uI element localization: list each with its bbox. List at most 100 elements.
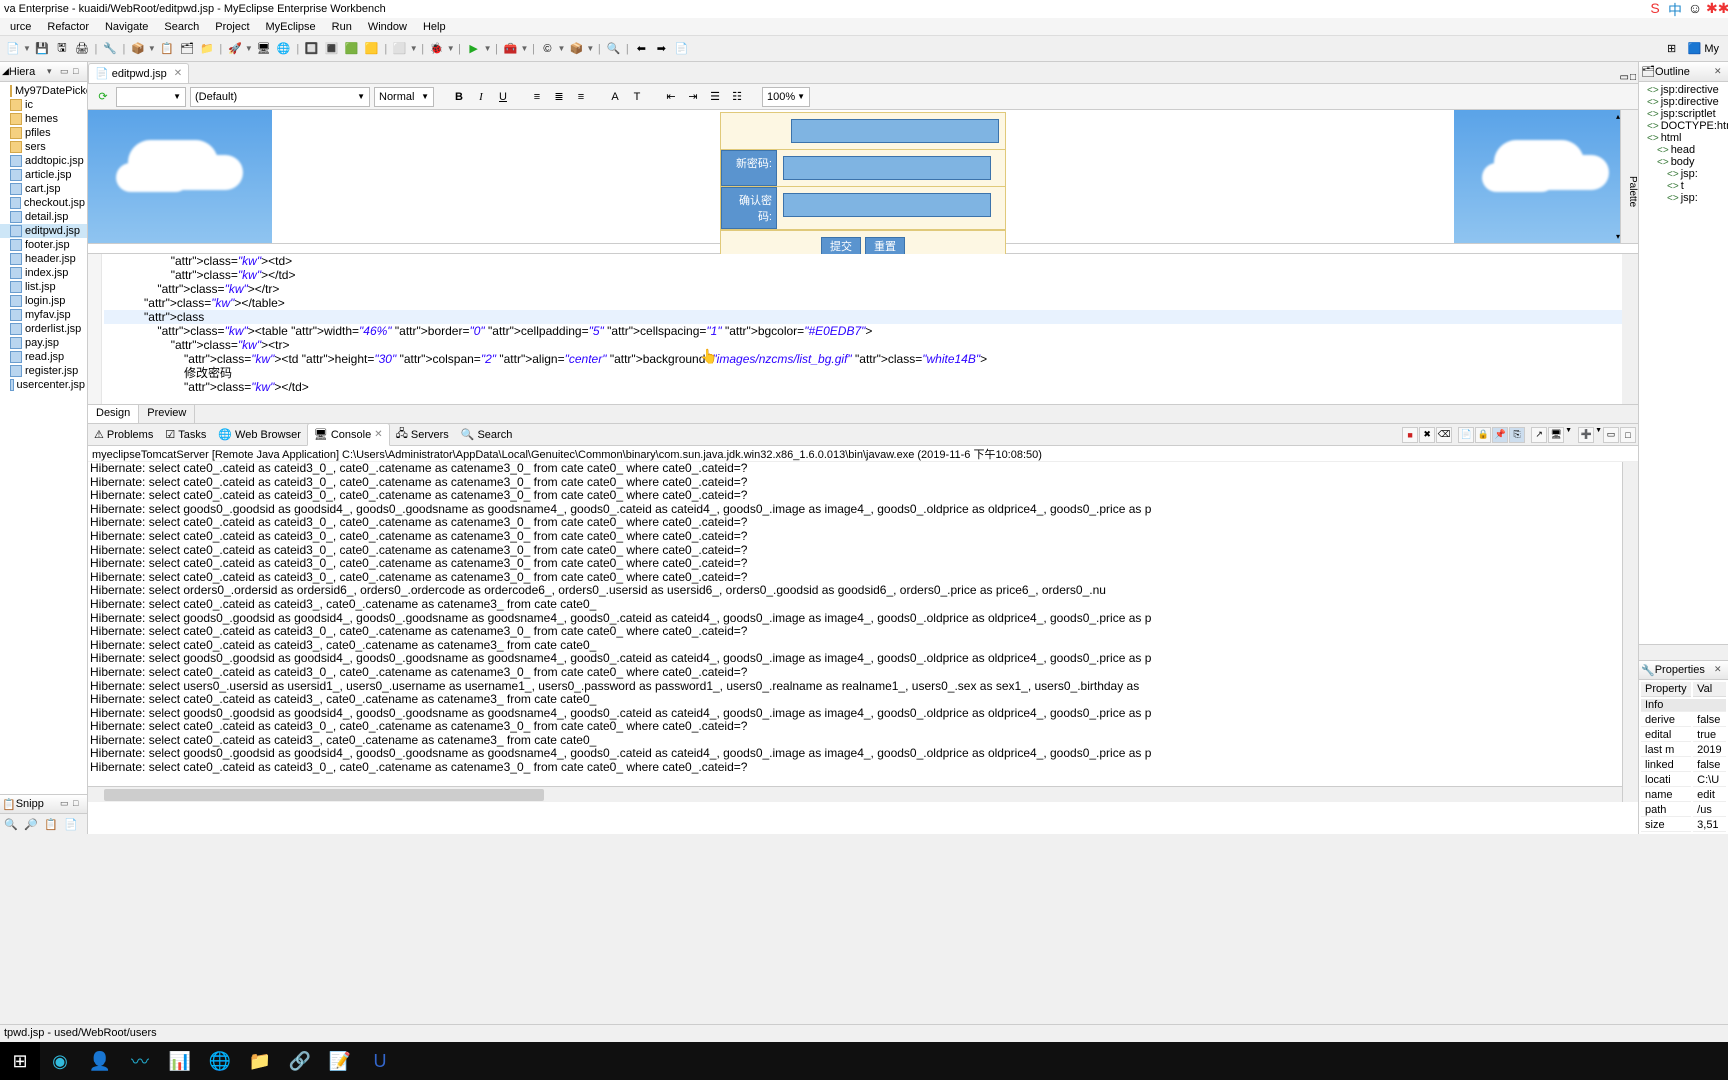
- property-row[interactable]: linkedfalse: [1641, 759, 1726, 772]
- outline-tree[interactable]: <> jsp:directive<> jsp:directive<> jsp:s…: [1639, 82, 1728, 644]
- taskbar-app[interactable]: 📁: [240, 1042, 280, 1080]
- maximize-icon[interactable]: □: [1620, 427, 1636, 443]
- tool-button[interactable]: 📄: [672, 40, 690, 58]
- tool-button[interactable]: ➡: [652, 40, 670, 58]
- run-button[interactable]: ▶: [465, 40, 483, 58]
- design-pane[interactable]: 新密码: 确认密码: 提交 重置 Palette ▴ ▾: [88, 110, 1638, 244]
- bottom-tab-search[interactable]: 🔍 Search: [455, 423, 519, 446]
- dropdown-icon[interactable]: ▼: [557, 44, 565, 53]
- browser-button[interactable]: 🌐: [275, 40, 293, 58]
- maximize-icon[interactable]: □: [73, 798, 85, 810]
- scroll-lock-button[interactable]: 🔒: [1475, 427, 1491, 443]
- tool-button[interactable]: ⬅: [632, 40, 650, 58]
- collapse-icon[interactable]: ◢: [2, 66, 9, 77]
- align-right-button[interactable]: ≡: [572, 88, 590, 106]
- reset-button[interactable]: 重置: [865, 237, 905, 255]
- snip-tool[interactable]: 📋: [42, 815, 60, 833]
- outline-item[interactable]: <> jsp:directive: [1639, 84, 1728, 96]
- taskbar-app[interactable]: 👤: [80, 1042, 120, 1080]
- tree-file[interactable]: list.jsp: [0, 280, 87, 294]
- console-output[interactable]: Hibernate: select cate0_.cateid as catei…: [88, 462, 1638, 802]
- display-button[interactable]: ↗: [1531, 427, 1547, 443]
- taskbar-app[interactable]: 〰: [120, 1042, 160, 1080]
- package-explorer-tree[interactable]: My97DatePicker ichemespfilessers addtopi…: [0, 82, 87, 794]
- tree-file[interactable]: orderlist.jsp: [0, 322, 87, 336]
- dropdown-icon[interactable]: ▼: [447, 44, 455, 53]
- submit-button[interactable]: 提交: [821, 237, 861, 255]
- text-color-button[interactable]: A: [606, 88, 624, 106]
- ime-star-icon[interactable]: ✱✱✱: [1706, 0, 1724, 16]
- indent-button[interactable]: ⇥: [684, 88, 702, 106]
- hscrollbar[interactable]: [88, 786, 1622, 802]
- new-class-button[interactable]: ©: [538, 40, 556, 58]
- ime-face-icon[interactable]: ☺: [1686, 0, 1704, 16]
- ime-lang-icon[interactable]: 中: [1666, 0, 1684, 16]
- outline-item[interactable]: <> jsp:: [1639, 192, 1728, 204]
- close-icon[interactable]: ✕: [1714, 664, 1726, 676]
- taskbar-app[interactable]: 📊: [160, 1042, 200, 1080]
- open-console-button[interactable]: 🖥: [1548, 427, 1564, 443]
- maximize-icon[interactable]: □: [1630, 72, 1636, 83]
- confirmpwd-input[interactable]: [783, 193, 991, 217]
- scrollbar-thumb[interactable]: [104, 789, 544, 801]
- tree-file[interactable]: cart.jsp: [0, 182, 87, 196]
- minimize-icon[interactable]: ▭: [60, 66, 72, 78]
- tree-file[interactable]: footer.jsp: [0, 238, 87, 252]
- outline-item[interactable]: <> DOCTYPE:html: [1639, 120, 1728, 132]
- tree-file[interactable]: addtopic.jsp: [0, 154, 87, 168]
- outline-item[interactable]: <> html: [1639, 132, 1728, 144]
- saveall-button[interactable]: 🖫: [53, 40, 71, 58]
- terminate-button[interactable]: ■: [1402, 427, 1418, 443]
- menu-item[interactable]: MyEclipse: [258, 21, 324, 33]
- align-left-button[interactable]: ≡: [528, 88, 546, 106]
- deploy-button[interactable]: 🚀: [226, 40, 244, 58]
- dropdown-icon[interactable]: ▼: [245, 44, 253, 53]
- tree-file[interactable]: read.jsp: [0, 350, 87, 364]
- tree-file[interactable]: login.jsp: [0, 294, 87, 308]
- form-input[interactable]: [791, 119, 999, 143]
- open-perspective-button[interactable]: ⊞: [1663, 40, 1681, 58]
- view-menu-icon[interactable]: ▾: [47, 66, 59, 78]
- dropdown-icon[interactable]: ▼: [410, 44, 418, 53]
- menu-item[interactable]: Refactor: [39, 21, 97, 33]
- property-row[interactable]: path/us: [1641, 804, 1726, 817]
- new-console-button[interactable]: ➕: [1578, 427, 1594, 443]
- snip-tool[interactable]: 📄: [62, 815, 80, 833]
- tool-button[interactable]: 🔍: [604, 40, 622, 58]
- property-row[interactable]: last m2019: [1641, 744, 1726, 757]
- taskbar-app[interactable]: 📝: [320, 1042, 360, 1080]
- tool-button[interactable]: 🗂: [178, 40, 196, 58]
- close-icon[interactable]: ✕: [1714, 66, 1726, 78]
- close-icon[interactable]: ✕: [174, 68, 182, 79]
- new-server-button[interactable]: 📦: [129, 40, 147, 58]
- palette-tab[interactable]: Palette: [1620, 110, 1638, 243]
- clear-console-button[interactable]: 📄: [1458, 427, 1474, 443]
- menu-item[interactable]: Help: [415, 21, 454, 33]
- close-icon[interactable]: ✕: [374, 429, 382, 440]
- snip-tool[interactable]: 🔍: [2, 815, 20, 833]
- style-combo[interactable]: (Default)▼: [190, 87, 370, 107]
- tool-button[interactable]: ⬜: [391, 40, 409, 58]
- start-button[interactable]: ⊞: [0, 1042, 40, 1080]
- tree-file[interactable]: checkout.jsp: [0, 196, 87, 210]
- tree-file[interactable]: usercenter.jsp: [0, 378, 87, 392]
- tree-file[interactable]: myfav.jsp: [0, 308, 87, 322]
- outline-item[interactable]: <> jsp:: [1639, 168, 1728, 180]
- ext-tools-button[interactable]: 🧰: [502, 40, 520, 58]
- property-row[interactable]: editaltrue: [1641, 729, 1726, 742]
- scroll-up-icon[interactable]: ▴: [1616, 112, 1620, 121]
- maximize-icon[interactable]: □: [73, 66, 85, 78]
- editor-tab-editpwd[interactable]: 📄 editpwd.jsp ✕: [88, 63, 189, 83]
- tree-folder[interactable]: pfiles: [0, 126, 87, 140]
- dropdown-icon[interactable]: ▼: [484, 44, 492, 53]
- debug-button[interactable]: 🐞: [428, 40, 446, 58]
- pin-console-button[interactable]: 📌: [1492, 427, 1508, 443]
- property-row[interactable]: derivefalse: [1641, 714, 1726, 727]
- refresh-icon[interactable]: ⟳: [94, 88, 112, 106]
- tool-button[interactable]: 📁: [198, 40, 216, 58]
- tool-button[interactable]: 🔳: [323, 40, 341, 58]
- tree-folder[interactable]: sers: [0, 140, 87, 154]
- menu-item[interactable]: Window: [360, 21, 415, 33]
- outline-hscroll[interactable]: [1639, 644, 1728, 660]
- menu-item[interactable]: Project: [207, 21, 257, 33]
